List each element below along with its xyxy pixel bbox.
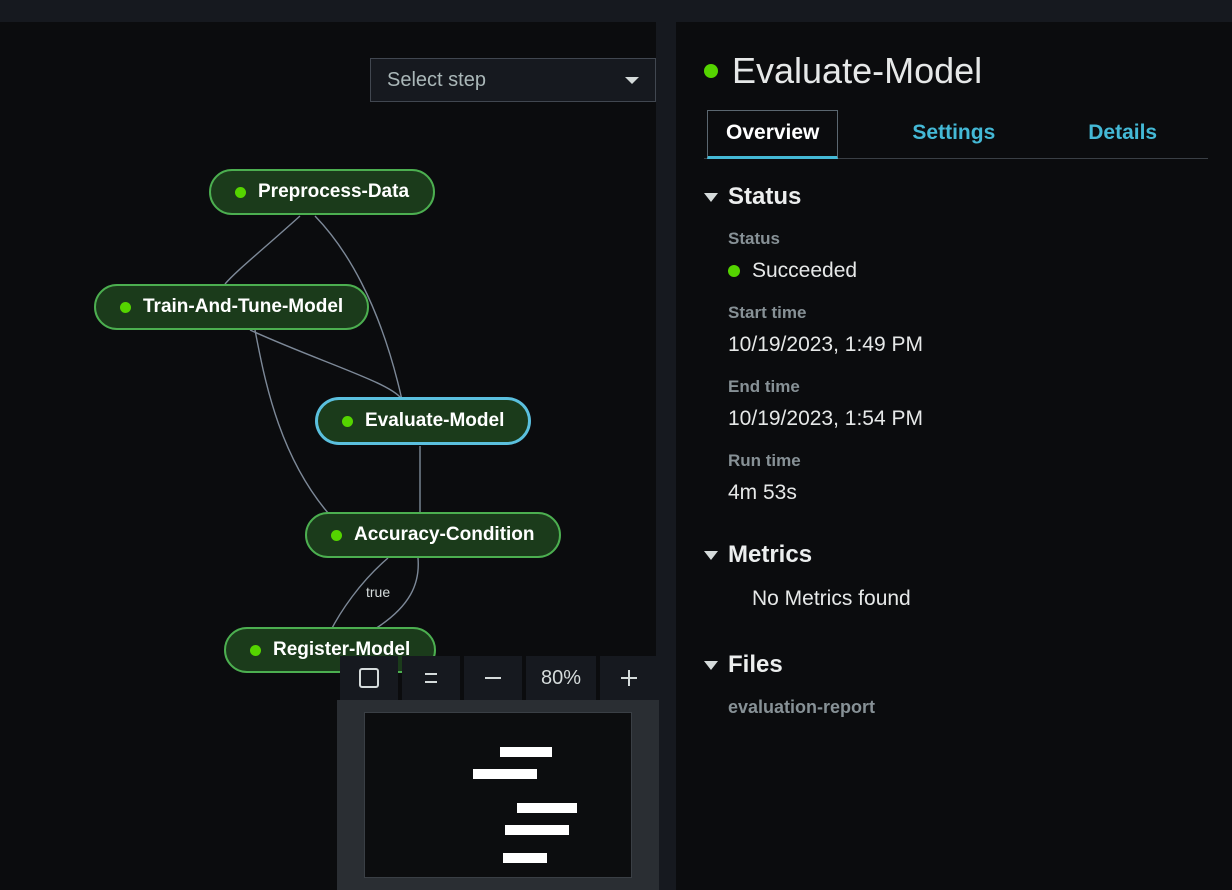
- field-start-time-label: Start time: [728, 303, 1208, 323]
- node-evaluate-model[interactable]: Evaluate-Model: [316, 398, 530, 444]
- select-step-placeholder: Select step: [387, 69, 486, 92]
- zoom-out-button[interactable]: [464, 656, 522, 700]
- field-run-time-label: Run time: [728, 451, 1208, 471]
- node-label: Evaluate-Model: [365, 410, 504, 432]
- field-status-value: Succeeded: [752, 259, 857, 283]
- field-end-time-label: End time: [728, 377, 1208, 397]
- status-dot-icon: [250, 645, 261, 656]
- status-dot-icon: [704, 64, 718, 78]
- field-end-time: End time 10/19/2023, 1:54 PM: [728, 377, 1208, 431]
- minus-icon: [485, 677, 501, 679]
- node-train-and-tune-model[interactable]: Train-And-Tune-Model: [94, 284, 369, 330]
- node-label: Train-And-Tune-Model: [143, 296, 343, 318]
- node-accuracy-condition[interactable]: Accuracy-Condition: [305, 512, 561, 558]
- detail-tabs: Overview Settings Details: [704, 110, 1208, 159]
- detail-title-row: Evaluate-Model: [704, 50, 1208, 92]
- field-start-time: Start time 10/19/2023, 1:49 PM: [728, 303, 1208, 357]
- section-metrics-header[interactable]: Metrics: [704, 541, 1208, 569]
- edge-label-true: true: [366, 584, 390, 600]
- chevron-down-icon: [704, 551, 718, 560]
- fullscreen-icon: [359, 668, 379, 688]
- section-status-header[interactable]: Status: [704, 183, 1208, 211]
- node-label: Accuracy-Condition: [354, 524, 535, 546]
- status-dot-icon: [120, 302, 131, 313]
- plus-icon: [621, 670, 637, 686]
- status-dot-icon: [342, 416, 353, 427]
- section-files-header[interactable]: Files: [704, 651, 1208, 679]
- section-metrics-title: Metrics: [728, 541, 812, 569]
- field-status: Status Succeeded: [728, 229, 1208, 283]
- chevron-down-icon: [704, 193, 718, 202]
- field-start-time-value: 10/19/2023, 1:49 PM: [728, 333, 1208, 357]
- section-files-title: Files: [728, 651, 783, 679]
- field-status-label: Status: [728, 229, 1208, 249]
- toggle-minimap-button[interactable]: [402, 656, 460, 700]
- status-dot-icon: [235, 187, 246, 198]
- zoom-toolbar: 80%: [340, 656, 658, 700]
- metrics-empty-message: No Metrics found: [752, 587, 1208, 611]
- zoom-level: 80%: [526, 656, 596, 700]
- zoom-in-button[interactable]: [600, 656, 658, 700]
- chevron-down-icon: [625, 77, 639, 84]
- minimap-viewport: [364, 712, 632, 878]
- node-label: Preprocess-Data: [258, 181, 409, 203]
- field-run-time-value: 4m 53s: [728, 481, 1208, 505]
- field-end-time-value: 10/19/2023, 1:54 PM: [728, 407, 1208, 431]
- fit-view-button[interactable]: [340, 656, 398, 700]
- section-status-title: Status: [728, 183, 801, 211]
- select-step-dropdown[interactable]: Select step: [370, 58, 656, 102]
- tab-details[interactable]: Details: [1069, 110, 1176, 158]
- status-dot-icon: [331, 530, 342, 541]
- chevron-down-icon: [704, 661, 718, 670]
- field-run-time: Run time 4m 53s: [728, 451, 1208, 505]
- file-evaluation-report: evaluation-report: [728, 697, 1208, 718]
- top-bar: [0, 0, 1232, 22]
- minimap-icon: [421, 670, 441, 686]
- detail-pane: Evaluate-Model Overview Settings Details…: [676, 22, 1232, 890]
- minimap[interactable]: [337, 700, 659, 890]
- detail-title: Evaluate-Model: [732, 50, 982, 92]
- node-preprocess-data[interactable]: Preprocess-Data: [209, 169, 435, 215]
- tab-settings[interactable]: Settings: [893, 110, 1014, 158]
- pipeline-graph-pane: Select step Preprocess-Data Train-And-Tu…: [0, 22, 676, 890]
- tab-overview[interactable]: Overview: [707, 110, 838, 159]
- status-dot-icon: [728, 265, 740, 277]
